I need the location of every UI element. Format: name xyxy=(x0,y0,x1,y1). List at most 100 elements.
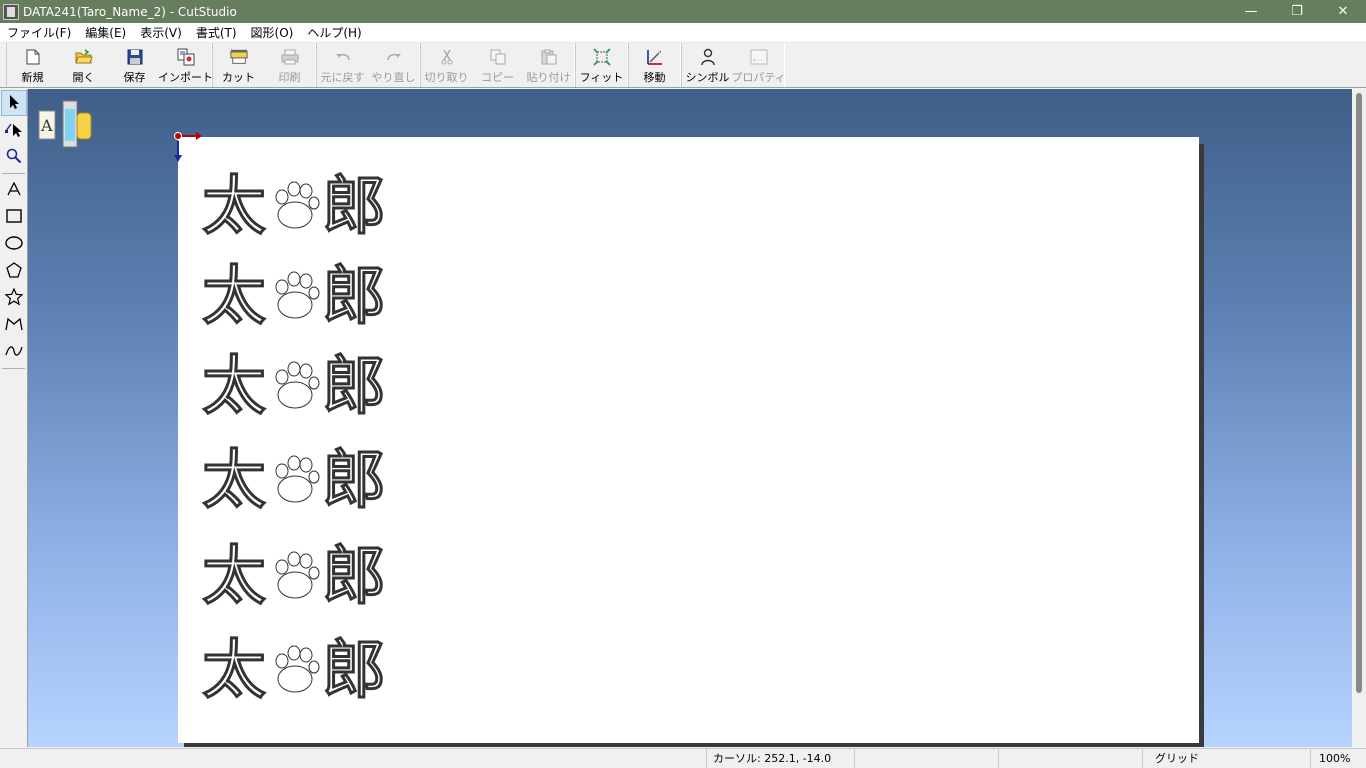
copy-icon xyxy=(489,48,507,66)
menu-help[interactable]: ヘルプ(H) xyxy=(300,23,368,43)
select-tool[interactable] xyxy=(1,90,27,116)
name-outline-graphic: 太 郎 xyxy=(202,260,387,335)
rectangle-tool[interactable] xyxy=(1,204,27,230)
move-label: 移動 xyxy=(643,71,666,84)
star-tool[interactable] xyxy=(1,285,27,311)
menu-shape[interactable]: 図形(O) xyxy=(244,23,301,43)
name-outline-row[interactable]: 太 郎 xyxy=(202,260,388,335)
grid-indicator[interactable]: グリッド xyxy=(1142,749,1310,768)
close-button[interactable]: ✕ xyxy=(1320,0,1366,23)
person-symbol-icon xyxy=(699,48,717,66)
redo-label: やり直し xyxy=(371,71,416,84)
paste-icon xyxy=(540,48,558,66)
open-folder-icon xyxy=(74,48,93,66)
polyline-tool[interactable] xyxy=(1,312,27,338)
name-outline-row[interactable]: 太 郎 xyxy=(202,634,388,709)
vertical-scrollbar[interactable] xyxy=(1352,89,1366,747)
scrollbar-thumb[interactable] xyxy=(1356,93,1362,693)
window-title: DATA241(Taro_Name_2) - CutStudio xyxy=(23,4,237,19)
menu-edit[interactable]: 編集(E) xyxy=(78,23,133,43)
status-empty-2 xyxy=(998,749,1142,768)
fit-to-window-icon xyxy=(592,48,611,66)
magnifier-icon xyxy=(6,148,22,167)
import-label: インポート xyxy=(158,71,213,84)
name-outline-row[interactable]: 太 郎 xyxy=(202,350,388,425)
open-button[interactable]: 開く xyxy=(58,43,109,87)
polygon-tool[interactable] xyxy=(1,258,27,284)
floppy-disk-icon xyxy=(126,48,144,66)
move-origin-icon xyxy=(646,48,664,66)
kanji-ta: 太 xyxy=(202,171,266,237)
rectangle-icon xyxy=(6,208,22,226)
kanji-rou: 郎 xyxy=(322,171,386,237)
paw-print-icon xyxy=(275,361,320,409)
properties-icon xyxy=(750,48,768,66)
paste-label: 貼り付け xyxy=(526,71,571,84)
palette-separator xyxy=(2,368,25,369)
move-button[interactable]: 移動 xyxy=(629,43,680,87)
ellipse-tool[interactable] xyxy=(1,231,27,257)
cut-button[interactable]: 切り取り xyxy=(421,43,472,87)
cutter-icon xyxy=(229,48,248,66)
kanji-ta: 太 xyxy=(202,445,266,511)
plotter-machine-icon[interactable]: A xyxy=(37,99,93,149)
minimize-button[interactable]: — xyxy=(1228,0,1274,23)
fit-label: フィット xyxy=(579,71,624,84)
curve-tool[interactable] xyxy=(1,339,27,365)
app-icon[interactable] xyxy=(3,3,19,20)
name-outline-row[interactable]: 太 郎 xyxy=(202,170,388,245)
name-outline-row[interactable]: 太 郎 xyxy=(202,444,388,519)
kanji-rou: 郎 xyxy=(322,635,386,701)
name-outline-graphic: 太 郎 xyxy=(202,540,387,615)
paste-button[interactable]: 貼り付け xyxy=(523,43,574,87)
import-icon xyxy=(177,48,195,66)
copy-button[interactable]: コピー xyxy=(472,43,523,87)
palette-separator xyxy=(2,173,25,174)
paw-print-icon xyxy=(275,181,320,229)
toolbar: 新規 開く 保存 インポート カット 印刷 元に戻す やり直し 切り取り コピー… xyxy=(0,43,1366,88)
paw-print-icon xyxy=(275,271,320,319)
zoom-tool[interactable] xyxy=(1,144,27,170)
print-label: 印刷 xyxy=(278,71,301,84)
redo-button[interactable]: やり直し xyxy=(368,43,419,87)
print-button[interactable]: 印刷 xyxy=(264,43,315,87)
menu-format[interactable]: 書式(T) xyxy=(189,23,244,43)
kanji-ta: 太 xyxy=(202,541,266,607)
text-tool[interactable] xyxy=(1,177,27,203)
status-empty-1 xyxy=(854,749,998,768)
drawing-canvas[interactable]: A 太 郎 太 郎 太 郎 太 郎 太 郎 太 郎 xyxy=(28,89,1352,747)
paw-print-icon xyxy=(275,645,320,693)
new-document-icon xyxy=(24,48,42,66)
redo-icon xyxy=(385,48,403,66)
kanji-ta: 太 xyxy=(202,261,266,327)
copy-label: コピー xyxy=(481,71,514,84)
menu-bar: ファイル(F) 編集(E) 表示(V) 書式(T) 図形(O) ヘルプ(H) xyxy=(0,23,1366,43)
symbol-label: シンボル xyxy=(685,71,730,84)
pentagon-icon xyxy=(6,261,22,281)
menu-view[interactable]: 表示(V) xyxy=(133,23,189,43)
ellipse-icon xyxy=(5,235,23,253)
undo-button[interactable]: 元に戻す xyxy=(317,43,368,87)
edit-points-tool[interactable] xyxy=(1,117,27,143)
menu-file[interactable]: ファイル(F) xyxy=(0,23,78,43)
tool-palette xyxy=(0,89,28,747)
scissors-icon xyxy=(438,48,456,66)
name-outline-row[interactable]: 太 郎 xyxy=(202,540,388,615)
cursor-position: カーソル: 252.1, -14.0 mm xyxy=(706,749,854,768)
save-button[interactable]: 保存 xyxy=(109,43,160,87)
text-a-icon xyxy=(7,181,21,199)
new-button[interactable]: 新規 xyxy=(7,43,58,87)
restore-button[interactable]: ❐ xyxy=(1274,0,1320,23)
select-arrow-icon xyxy=(7,94,21,113)
paw-print-icon xyxy=(275,551,320,599)
import-button[interactable]: インポート xyxy=(158,43,213,87)
properties-button[interactable]: プロパティ xyxy=(731,43,786,87)
kanji-ta: 太 xyxy=(202,635,266,701)
origin-axis-icon[interactable] xyxy=(172,131,204,163)
status-bar: カーソル: 252.1, -14.0 mm グリッド 100% xyxy=(0,748,1366,768)
fit-button[interactable]: フィット xyxy=(576,43,627,87)
symbol-button[interactable]: シンボル xyxy=(682,43,733,87)
node-edit-icon xyxy=(5,121,23,140)
cut-out-button[interactable]: カット xyxy=(213,43,264,87)
star-icon xyxy=(4,286,24,309)
